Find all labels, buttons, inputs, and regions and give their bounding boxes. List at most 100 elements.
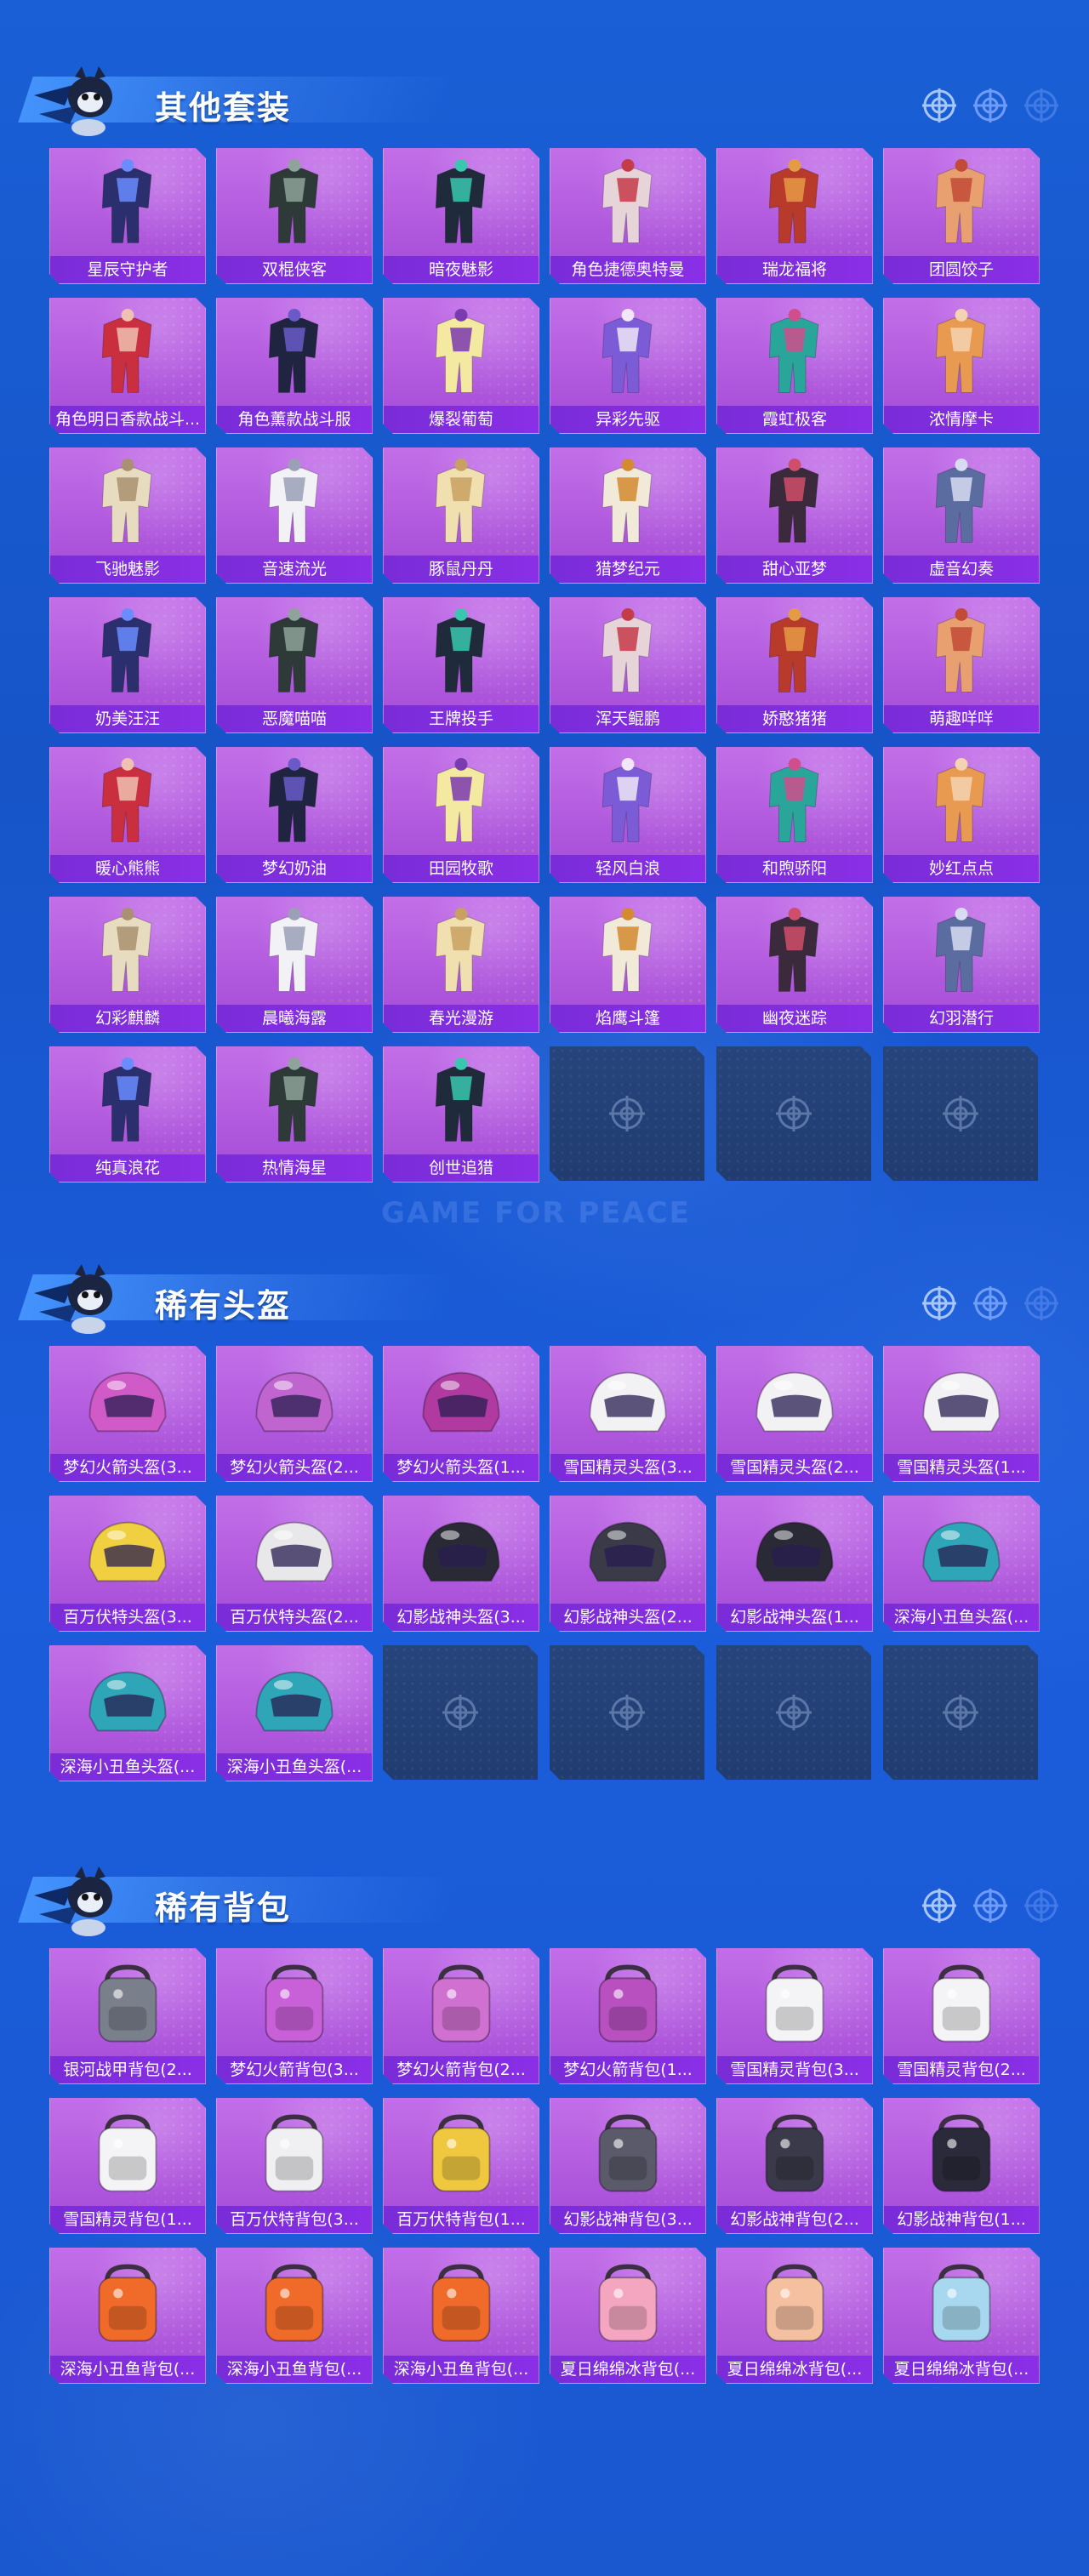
item-card[interactable]: 暗夜魅影	[383, 148, 539, 284]
outfit-icon	[72, 903, 183, 1001]
outfit-icon	[239, 453, 350, 552]
item-card[interactable]: 幻影战神头盔(2...	[550, 1496, 706, 1632]
item-card[interactable]: 浓情摩卡	[883, 298, 1040, 434]
item-card[interactable]: 梦幻奶油	[216, 747, 373, 883]
item-card[interactable]: 雪国精灵头盔(2...	[716, 1346, 873, 1482]
item-card[interactable]: 角色薰款战斗服	[216, 298, 373, 434]
item-card[interactable]: 甜心亚梦	[716, 447, 873, 584]
item-label: 百万伏特背包(3...	[217, 2206, 372, 2233]
item-card[interactable]: 爆裂葡萄	[383, 298, 539, 434]
item-card[interactable]: 双棍侠客	[216, 148, 373, 284]
item-card[interactable]: 娇憨猪猪	[716, 597, 873, 733]
item-label: 夏日绵绵冰背包(...	[717, 2356, 872, 2383]
item-card[interactable]: 雪国精灵背包(1...	[49, 2098, 206, 2234]
watermark-text: GAME FOR PEACE	[381, 1196, 691, 1230]
item-card[interactable]: 异彩先驱	[550, 298, 706, 434]
item-card[interactable]: 夏日绵绵冰背包(...	[550, 2248, 706, 2384]
item-card[interactable]: 团圆饺子	[883, 148, 1040, 284]
item-card[interactable]: 幻羽潜行	[883, 897, 1040, 1033]
item-card[interactable]: 百万伏特背包(3...	[216, 2098, 373, 2234]
item-card[interactable]: 深海小丑鱼头盔(...	[883, 1496, 1040, 1632]
item-card[interactable]: 夏日绵绵冰背包(...	[716, 2248, 873, 2384]
item-card[interactable]: 梦幻火箭头盔(1...	[383, 1346, 539, 1482]
item-label: 豚鼠丹丹	[384, 556, 539, 583]
item-card[interactable]: 和煦骄阳	[716, 747, 873, 883]
section-rare-helmets: 稀有头盔 梦幻火箭头盔(3... 梦幻火箭头盔(2... 梦幻火箭头盔(1... 雪国…	[0, 1257, 1089, 1339]
item-card[interactable]: 角色明日香款战斗...	[49, 298, 206, 434]
item-card[interactable]: 热情海星	[216, 1046, 373, 1183]
item-card[interactable]: 霞虹极客	[716, 298, 873, 434]
item-card[interactable]: 雪国精灵背包(2...	[883, 1948, 1040, 2084]
helmet-icon	[573, 1352, 683, 1450]
item-card[interactable]: 焰鹰斗篷	[550, 897, 706, 1033]
item-card[interactable]: 浑天鲲鹏	[550, 597, 706, 733]
item-card[interactable]: 暖心熊熊	[49, 747, 206, 883]
item-card[interactable]: 梦幻火箭头盔(2...	[216, 1346, 373, 1482]
item-card[interactable]: 晨曦海露	[216, 897, 373, 1033]
item-card[interactable]: 幻影战神背包(3...	[550, 2098, 706, 2234]
item-card[interactable]: 飞驰魅影	[49, 447, 206, 584]
item-card[interactable]: 梦幻火箭背包(2...	[383, 1948, 539, 2084]
section-header: 其他套装	[0, 60, 1089, 141]
item-card[interactable]: 幻影战神背包(2...	[716, 2098, 873, 2234]
item-label: 夏日绵绵冰背包(...	[884, 2356, 1039, 2383]
item-card[interactable]: 百万伏特头盔(3...	[49, 1496, 206, 1632]
item-card[interactable]: 萌趣咩咩	[883, 597, 1040, 733]
outfit-icon	[72, 304, 183, 402]
item-label: 梦幻火箭头盔(1...	[384, 1454, 539, 1481]
item-card[interactable]: 纯真浪花	[49, 1046, 206, 1183]
outfit-icon	[739, 903, 850, 1001]
item-card[interactable]: 音速流光	[216, 447, 373, 584]
outfit-icon	[72, 154, 183, 253]
outfit-icon	[739, 753, 850, 852]
outfit-icon	[239, 753, 350, 852]
item-card[interactable]: 瑞龙福将	[716, 148, 873, 284]
backpack-icon	[406, 2254, 516, 2352]
item-card[interactable]: 春光漫游	[383, 897, 539, 1033]
item-label: 角色薰款战斗服	[217, 406, 372, 433]
item-card[interactable]: 幽夜迷踪	[716, 897, 873, 1033]
helmet-icon	[72, 1651, 183, 1750]
item-card[interactable]: 深海小丑鱼头盔(...	[216, 1645, 373, 1781]
item-card[interactable]: 梦幻火箭头盔(3...	[49, 1346, 206, 1482]
outfit-icon	[573, 304, 683, 402]
item-card[interactable]: 星辰守护者	[49, 148, 206, 284]
item-card[interactable]: 角色捷德奥特曼	[550, 148, 706, 284]
item-card[interactable]: 幻影战神头盔(3...	[383, 1496, 539, 1632]
outfit-icon	[406, 753, 516, 852]
item-card[interactable]: 深海小丑鱼背包(...	[49, 2248, 206, 2384]
item-card[interactable]: 梦幻火箭背包(1...	[550, 1948, 706, 2084]
item-card[interactable]: 雪国精灵头盔(3...	[550, 1346, 706, 1482]
item-card[interactable]: 银河战甲背包(2...	[49, 1948, 206, 2084]
item-card[interactable]: 轻风白浪	[550, 747, 706, 883]
item-card[interactable]: 幻彩麒麟	[49, 897, 206, 1033]
item-card[interactable]: 王牌投手	[383, 597, 539, 733]
item-label: 幻羽潜行	[884, 1005, 1039, 1032]
item-card[interactable]: 百万伏特头盔(2...	[216, 1496, 373, 1632]
item-card[interactable]: 深海小丑鱼头盔(...	[49, 1645, 206, 1781]
item-card[interactable]: 幻影战神背包(1...	[883, 2098, 1040, 2234]
item-card[interactable]: 深海小丑鱼背包(...	[383, 2248, 539, 2384]
item-card[interactable]: 深海小丑鱼背包(...	[216, 2248, 373, 2384]
empty-slot	[716, 1046, 871, 1181]
item-card[interactable]: 虚音幻奏	[883, 447, 1040, 584]
item-card[interactable]: 幻影战神头盔(1...	[716, 1496, 873, 1632]
outfit-icon	[406, 903, 516, 1001]
item-card[interactable]: 梦幻火箭背包(3...	[216, 1948, 373, 2084]
item-card[interactable]: 猎梦纪元	[550, 447, 706, 584]
item-card[interactable]: 恶魔喵喵	[216, 597, 373, 733]
crosshair-icon	[774, 1094, 813, 1133]
item-card[interactable]: 百万伏特背包(1...	[383, 2098, 539, 2234]
item-card[interactable]: 夏日绵绵冰背包(...	[883, 2248, 1040, 2384]
item-card[interactable]: 田园牧歌	[383, 747, 539, 883]
item-card[interactable]: 创世追猎	[383, 1046, 539, 1183]
item-card[interactable]: 雪国精灵头盔(1...	[883, 1346, 1040, 1482]
item-card[interactable]: 豚鼠丹丹	[383, 447, 539, 584]
outfit-icon	[573, 154, 683, 253]
item-card[interactable]: 奶美汪汪	[49, 597, 206, 733]
item-card[interactable]: 雪国精灵背包(3...	[716, 1948, 873, 2084]
outfit-icon	[406, 154, 516, 253]
item-card[interactable]: 妙红点点	[883, 747, 1040, 883]
item-label: 甜心亚梦	[717, 556, 872, 583]
outfit-icon	[906, 453, 1017, 552]
